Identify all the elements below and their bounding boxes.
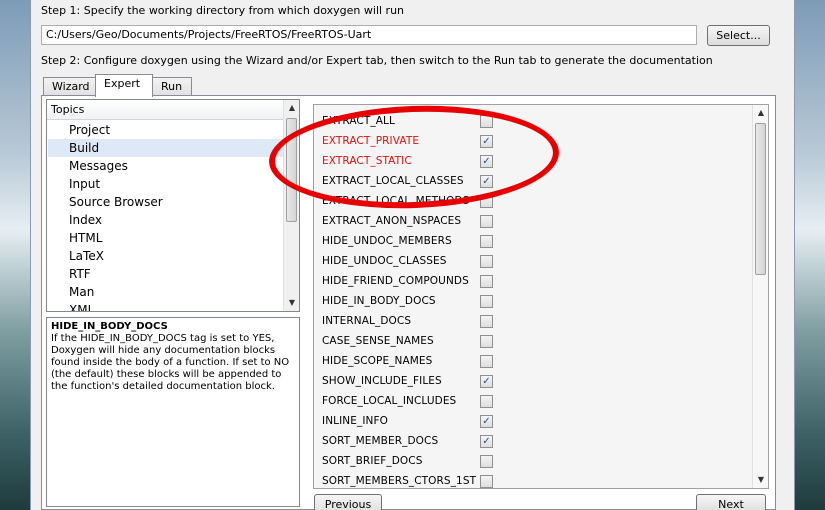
scroll-down-icon[interactable]: ▼ bbox=[753, 472, 768, 488]
option-checkbox[interactable] bbox=[480, 315, 493, 328]
option-row: EXTRACT_STATIC ✓ bbox=[322, 152, 742, 172]
next-button[interactable]: Next bbox=[696, 494, 766, 510]
option-label[interactable]: HIDE_FRIEND_COMPOUNDS bbox=[322, 275, 469, 287]
topic-item-build[interactable]: Build bbox=[48, 139, 286, 157]
option-row: FORCE_LOCAL_INCLUDES bbox=[322, 392, 742, 412]
step1-instruction: Step 1: Specify the working directory fr… bbox=[41, 4, 405, 17]
options-scrollbar[interactable]: ▲ ▼ bbox=[752, 105, 768, 488]
option-checkbox-checked[interactable]: ✓ bbox=[480, 155, 493, 168]
option-row: EXTRACT_PRIVATE ✓ bbox=[322, 132, 742, 152]
option-label[interactable]: INTERNAL_DOCS bbox=[322, 315, 411, 327]
option-row: CASE_SENSE_NAMES bbox=[322, 332, 742, 352]
topics-header: Topics bbox=[47, 100, 286, 120]
option-checkbox[interactable] bbox=[480, 255, 493, 268]
topic-item-xml[interactable]: XML bbox=[48, 301, 286, 311]
topic-item-latex[interactable]: LaTeX bbox=[48, 247, 286, 265]
option-row: SORT_MEMBER_DOCS ✓ bbox=[322, 432, 742, 452]
option-label[interactable]: EXTRACT_LOCAL_METHODS bbox=[322, 195, 469, 207]
topic-item-project[interactable]: Project bbox=[48, 121, 286, 139]
option-row: HIDE_IN_BODY_DOCS bbox=[322, 292, 742, 312]
topic-item-source-browser[interactable]: Source Browser bbox=[48, 193, 286, 211]
option-label[interactable]: EXTRACT_PRIVATE bbox=[322, 135, 419, 147]
working-directory-input[interactable]: C:/Users/Geo/Documents/Projects/FreeRTOS… bbox=[41, 25, 697, 45]
option-checkbox[interactable] bbox=[480, 355, 493, 368]
desktop-wallpaper-left bbox=[0, 0, 30, 510]
topic-item-man[interactable]: Man bbox=[48, 283, 286, 301]
option-row: EXTRACT_LOCAL_METHODS bbox=[322, 192, 742, 212]
desktop-wallpaper-right bbox=[795, 0, 825, 510]
help-title: HIDE_IN_BODY_DOCS bbox=[51, 321, 168, 332]
option-checkbox[interactable] bbox=[480, 195, 493, 208]
tab-wizard[interactable]: Wizard bbox=[43, 77, 96, 96]
option-label[interactable]: FORCE_LOCAL_INCLUDES bbox=[322, 395, 456, 407]
build-options-panel: EXTRACT_ALL EXTRACT_PRIVATE ✓ EXTRACT_STATI… bbox=[313, 104, 769, 489]
option-checkbox[interactable] bbox=[480, 295, 493, 308]
option-label[interactable]: SORT_MEMBER_DOCS bbox=[322, 435, 438, 447]
option-checkbox[interactable] bbox=[480, 215, 493, 228]
previous-button[interactable]: Previous bbox=[314, 494, 382, 510]
option-checkbox[interactable] bbox=[480, 455, 493, 468]
options-scroll-thumb[interactable] bbox=[755, 123, 766, 275]
option-checkbox[interactable] bbox=[480, 115, 493, 128]
option-checkbox-checked[interactable]: ✓ bbox=[480, 135, 493, 148]
option-row: INLINE_INFO ✓ bbox=[322, 412, 742, 432]
topic-item-input[interactable]: Input bbox=[48, 175, 286, 193]
option-row: EXTRACT_LOCAL_CLASSES ✓ bbox=[322, 172, 742, 192]
option-label[interactable]: EXTRACT_STATIC bbox=[322, 155, 412, 167]
tab-expert[interactable]: Expert bbox=[95, 74, 153, 97]
option-row: INTERNAL_DOCS bbox=[322, 312, 742, 332]
scroll-down-icon[interactable]: ▼ bbox=[284, 295, 299, 311]
scroll-up-icon[interactable]: ▲ bbox=[753, 105, 768, 121]
option-label[interactable]: HIDE_IN_BODY_DOCS bbox=[322, 295, 436, 307]
option-label[interactable]: EXTRACT_LOCAL_CLASSES bbox=[322, 175, 464, 187]
option-label[interactable]: EXTRACT_ALL bbox=[322, 115, 395, 127]
option-checkbox-checked[interactable]: ✓ bbox=[480, 175, 493, 188]
topics-list: Topics Project Build Messages Input Source B… bbox=[46, 99, 300, 312]
topics-scroll-thumb[interactable] bbox=[286, 118, 297, 222]
option-row: EXTRACT_ALL bbox=[322, 112, 742, 132]
expert-tab-panel: Topics Project Build Messages Input Source B… bbox=[41, 95, 776, 510]
option-row: SORT_MEMBERS_CTORS_1ST bbox=[322, 472, 742, 488]
option-label[interactable]: SHOW_INCLUDE_FILES bbox=[322, 375, 442, 387]
option-row: HIDE_SCOPE_NAMES bbox=[322, 352, 742, 372]
option-row: SHOW_INCLUDE_FILES ✓ bbox=[322, 372, 742, 392]
option-label[interactable]: SORT_BRIEF_DOCS bbox=[322, 455, 423, 467]
option-checkbox-checked[interactable]: ✓ bbox=[480, 435, 493, 448]
select-directory-button[interactable]: Select... bbox=[707, 25, 770, 46]
option-checkbox-checked[interactable]: ✓ bbox=[480, 415, 493, 428]
option-checkbox[interactable] bbox=[480, 235, 493, 248]
option-row: HIDE_FRIEND_COMPOUNDS bbox=[322, 272, 742, 292]
topic-item-messages[interactable]: Messages bbox=[48, 157, 286, 175]
help-panel: HIDE_IN_BODY_DOCS If the HIDE_IN_BODY_DO… bbox=[46, 317, 300, 507]
option-label[interactable]: HIDE_SCOPE_NAMES bbox=[322, 355, 432, 367]
option-label[interactable]: HIDE_UNDOC_MEMBERS bbox=[322, 235, 452, 247]
tab-run[interactable]: Run bbox=[152, 77, 192, 96]
option-row: SORT_BRIEF_DOCS bbox=[322, 452, 742, 472]
option-label[interactable]: EXTRACT_ANON_NSPACES bbox=[322, 215, 461, 227]
option-label[interactable]: HIDE_UNDOC_CLASSES bbox=[322, 255, 446, 267]
topics-scrollbar[interactable]: ▲ ▼ bbox=[283, 100, 299, 311]
topic-item-index[interactable]: Index bbox=[48, 211, 286, 229]
topic-item-html[interactable]: HTML bbox=[48, 229, 286, 247]
option-row: HIDE_UNDOC_MEMBERS bbox=[322, 232, 742, 252]
option-row: EXTRACT_ANON_NSPACES bbox=[322, 212, 742, 232]
option-checkbox[interactable] bbox=[480, 395, 493, 408]
step2-instruction: Step 2: Configure doxygen using the Wiza… bbox=[41, 54, 713, 67]
option-label[interactable]: CASE_SENSE_NAMES bbox=[322, 335, 434, 347]
option-row: HIDE_UNDOC_CLASSES bbox=[322, 252, 742, 272]
scroll-up-icon[interactable]: ▲ bbox=[284, 100, 299, 116]
option-checkbox[interactable] bbox=[480, 335, 493, 348]
option-label[interactable]: SORT_MEMBERS_CTORS_1ST bbox=[322, 475, 476, 487]
option-checkbox[interactable] bbox=[480, 275, 493, 288]
help-text: If the HIDE_IN_BODY_DOCS tag is set to Y… bbox=[51, 333, 290, 392]
option-checkbox[interactable] bbox=[480, 475, 493, 488]
option-checkbox-checked[interactable]: ✓ bbox=[480, 375, 493, 388]
doxygen-wizard-window: Step 1: Specify the working directory fr… bbox=[30, 0, 795, 510]
topic-item-rtf[interactable]: RTF bbox=[48, 265, 286, 283]
option-label[interactable]: INLINE_INFO bbox=[322, 415, 388, 427]
